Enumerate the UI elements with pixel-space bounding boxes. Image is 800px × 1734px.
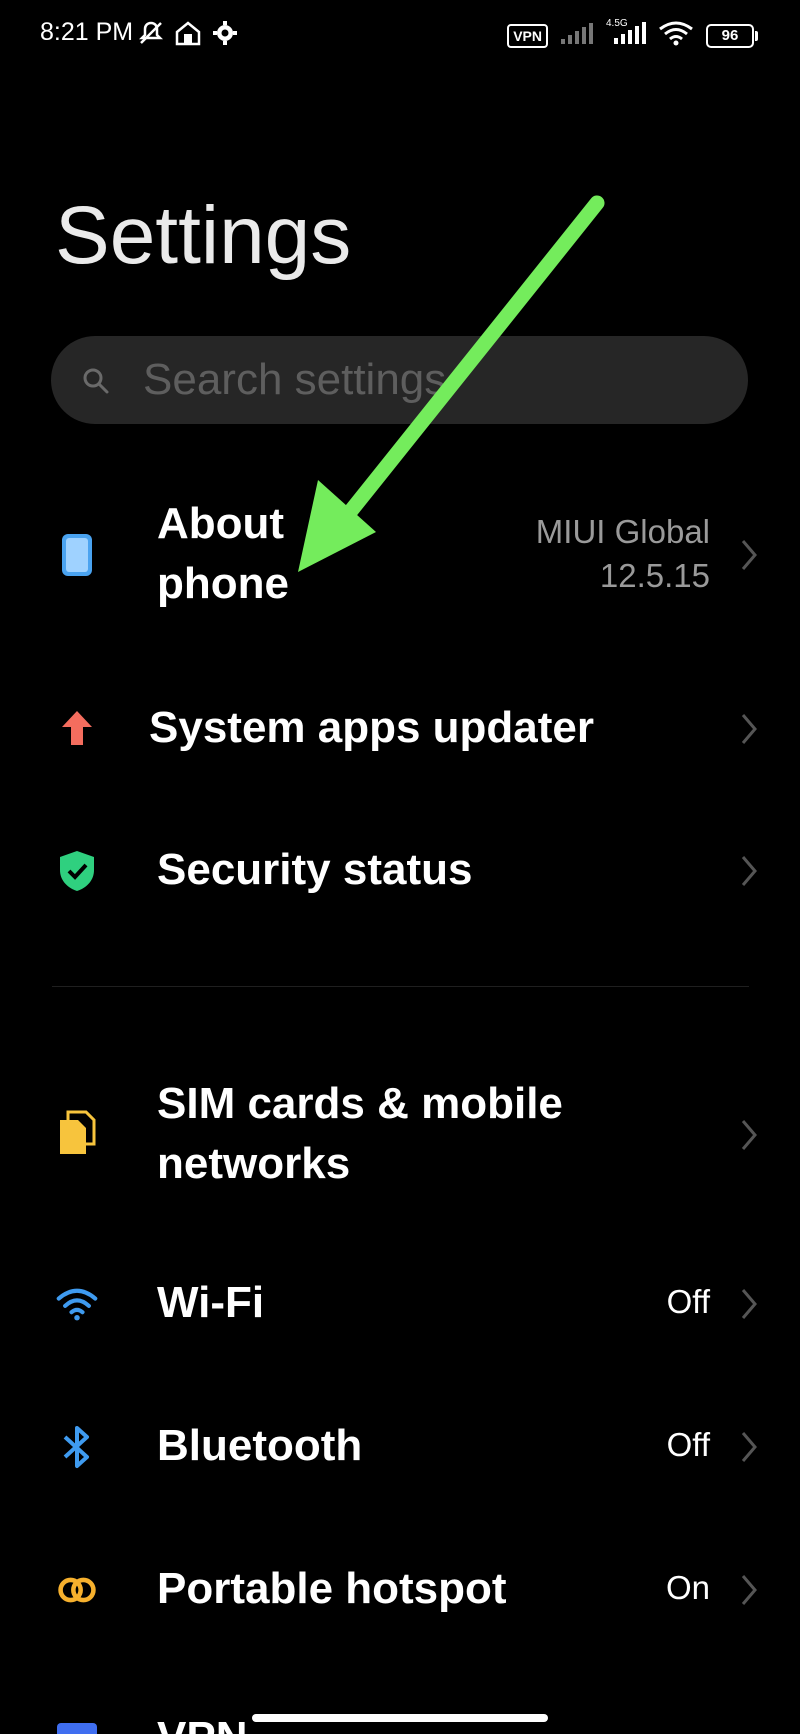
battery-level: 96 [721,27,739,44]
phone-icon [56,534,98,576]
settings-item-portable-hotspot[interactable]: Portable hotspot On [0,1551,800,1631]
section-divider [52,986,749,987]
wifi-icon [56,1283,98,1325]
status-left-icons [138,20,238,51]
chevron-right-icon [741,540,757,570]
chevron-right-icon [741,1575,757,1605]
settings-item-label: VPN [157,1708,247,1734]
arrow-up-icon [56,708,98,750]
sim-card-icon [56,1110,98,1154]
chevron-right-icon [741,856,757,886]
settings-item-value: MIUI Global 12.5.15 [535,513,710,594]
chevron-right-icon [741,1289,757,1319]
network-type-label: 4.5G [606,18,628,29]
settings-item-label: Bluetooth [157,1421,363,1470]
home-icon [174,20,202,51]
vpn-status-badge: VPN [507,23,548,48]
settings-item-value: Off [666,1283,710,1320]
status-right-icons: VPN 4.5G 96 [507,18,758,51]
search-input[interactable] [143,336,703,424]
mute-icon [138,20,164,51]
status-time: 8:21 PM [40,18,134,46]
wifi-status-icon [658,20,694,51]
status-bar: 8:21 PM VPN 4.5G 96 [0,0,800,70]
settings-item-value: Off [666,1426,710,1463]
settings-item-bluetooth[interactable]: Bluetooth Off [0,1408,800,1488]
settings-item-vpn[interactable]: VPN [0,1690,800,1734]
gear-icon [212,20,238,51]
battery-icon: 96 [706,23,758,48]
settings-item-label: SIM cards & mobile networks [157,1079,563,1188]
settings-item-label: About phone [157,499,289,608]
home-indicator[interactable] [252,1714,548,1722]
chevron-right-icon [741,1432,757,1462]
settings-item-label: System apps updater [149,703,595,752]
search-icon [81,366,111,401]
settings-item-label: Portable hotspot [157,1564,507,1613]
settings-item-security-status[interactable]: Security status [0,832,800,912]
settings-item-value: On [665,1569,710,1606]
chevron-right-icon [741,714,757,744]
settings-item-wifi[interactable]: Wi-Fi Off [0,1265,800,1345]
page-title: Settings [55,190,352,281]
settings-item-about-phone[interactable]: About phone MIUI Global 12.5.15 [0,490,800,620]
signal-icon [560,21,594,50]
settings-item-label: Wi-Fi [157,1278,265,1327]
settings-item-label: Security status [157,845,473,894]
hotspot-icon [56,1569,98,1611]
shield-check-icon [56,850,98,892]
bluetooth-icon [56,1426,98,1468]
mobile-network-indicator: 4.5G [606,18,646,51]
vpn-icon [56,1716,98,1734]
search-bar[interactable] [51,336,748,424]
settings-item-sim-cards[interactable]: SIM cards & mobile networks [0,1070,800,1200]
chevron-right-icon [741,1120,757,1150]
settings-item-system-apps-updater[interactable]: System apps updater [0,690,800,770]
